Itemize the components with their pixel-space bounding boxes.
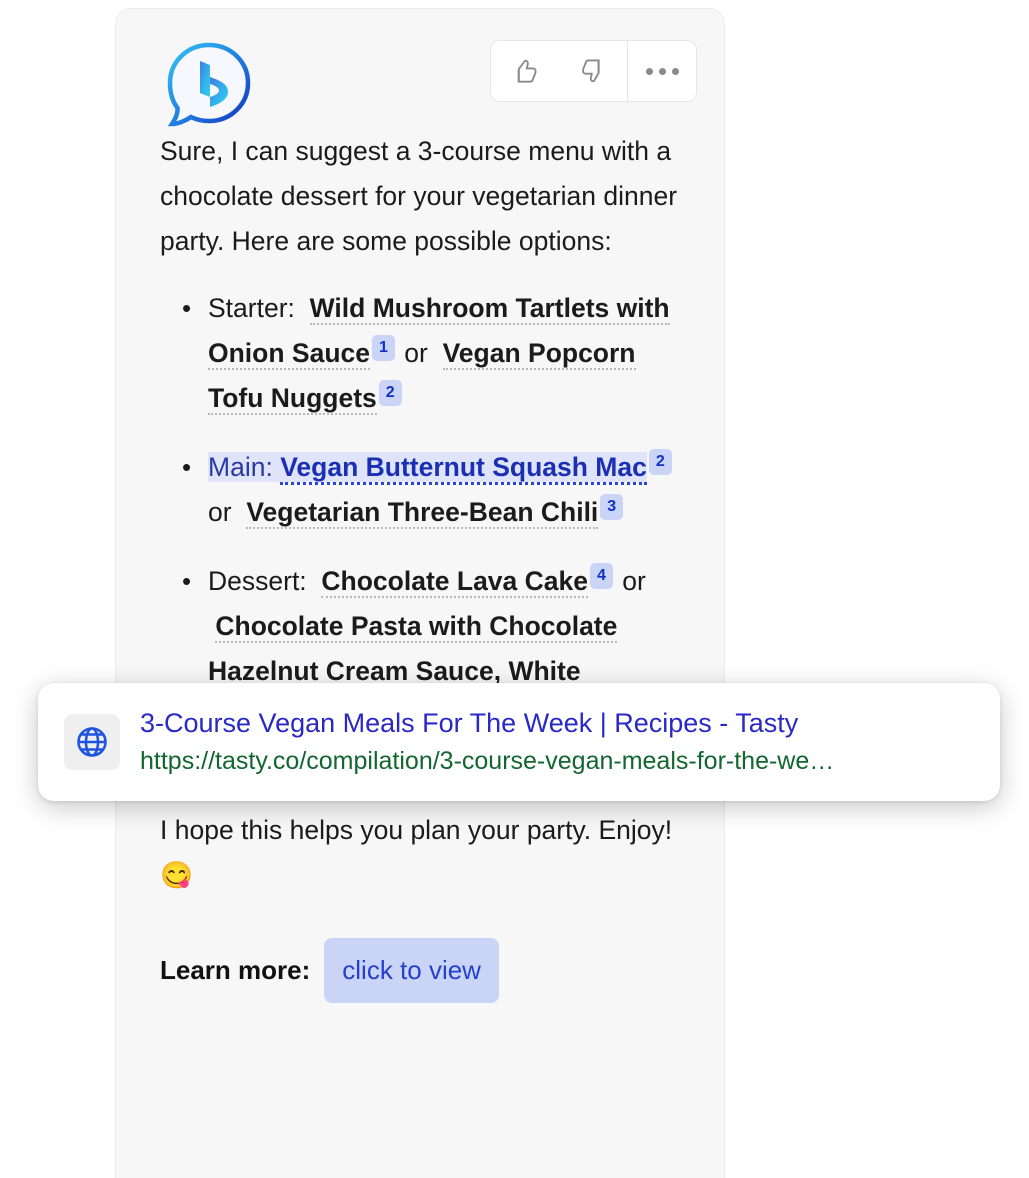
main-conjunction: or — [208, 497, 232, 527]
main-dish-1[interactable]: Vegan Butternut Squash Mac — [280, 452, 647, 485]
starter-conjunction: or — [404, 338, 428, 368]
feedback-button-group — [490, 40, 697, 102]
main-hovered-link[interactable]: Main: Vegan Butternut Squash Mac — [208, 452, 647, 485]
thumbs-down-button[interactable] — [559, 41, 627, 101]
thumbs-up-button[interactable] — [491, 41, 559, 101]
link-preview-url: https://tasty.co/compilation/3-course-ve… — [140, 747, 835, 775]
more-options-button[interactable] — [627, 41, 696, 101]
closing-paragraph: I hope this helps you plan your party. E… — [160, 815, 673, 890]
globe-icon — [64, 714, 120, 770]
link-preview-title[interactable]: 3-Course Vegan Meals For The Week | Reci… — [140, 706, 974, 740]
bing-chat-logo — [164, 39, 254, 129]
learn-more-row: Learn more: click to view — [160, 938, 680, 1003]
ellipsis-icon — [645, 67, 679, 75]
citation-badge[interactable]: 2 — [648, 449, 672, 475]
citation-badge[interactable]: 4 — [590, 563, 613, 589]
list-item-starter: Starter: Wild Mushroom Tartlets with Oni… — [182, 286, 680, 421]
link-preview-tooltip[interactable]: 3-Course Vegan Meals For The Week | Reci… — [38, 683, 1000, 801]
main-dish-2[interactable]: Vegetarian Three-Bean Chili — [246, 497, 599, 529]
thumbs-up-icon — [517, 59, 537, 83]
starter-label: Starter: — [208, 293, 295, 323]
citation-badge[interactable]: 3 — [600, 494, 624, 520]
intro-paragraph: Sure, I can suggest a 3-course menu with… — [160, 136, 678, 256]
dessert-conjunction: or — [622, 566, 646, 596]
thumbs-down-icon — [582, 59, 600, 83]
main-label: Main: — [208, 452, 273, 482]
dessert-dish-1[interactable]: Chocolate Lava Cake — [321, 566, 589, 598]
dessert-label: Dessert: — [208, 566, 307, 596]
assistant-answer-card: Sure, I can suggest a 3-course menu with… — [115, 8, 725, 1178]
citation-badge[interactable]: 2 — [378, 380, 402, 406]
assistant-message-body: Sure, I can suggest a 3-course menu with… — [116, 129, 724, 1003]
link-preview-text: 3-Course Vegan Meals For The Week | Reci… — [140, 706, 974, 778]
learn-more-label: Learn more: — [160, 955, 311, 985]
bing-chat-screen: Sure, I can suggest a 3-course menu with… — [0, 0, 1029, 1178]
citation-badge[interactable]: 1 — [371, 335, 395, 361]
card-header — [116, 9, 724, 129]
click-to-view-chip[interactable]: click to view — [324, 938, 499, 1003]
list-item-main: Main: Vegan Butternut Squash Mac2 or Veg… — [182, 445, 680, 535]
